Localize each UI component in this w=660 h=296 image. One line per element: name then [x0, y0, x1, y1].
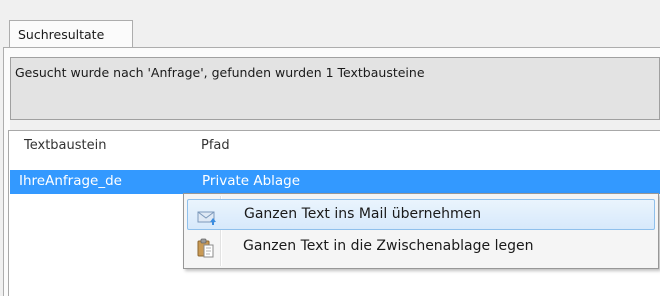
mail-transfer-icon	[197, 206, 217, 226]
menu-item-label: Ganzen Text ins Mail übernehmen	[244, 206, 482, 222]
cell-textbaustein[interactable]: IhreAnfrage_de	[19, 173, 122, 189]
tab-label: Suchresultate	[18, 27, 105, 42]
clipboard-icon	[196, 238, 216, 258]
search-summary-box: Gesucht wurde nach 'Anfrage', gefunden w…	[10, 57, 660, 120]
search-summary-text: Gesucht wurde nach 'Anfrage', gefunden w…	[15, 65, 425, 80]
cell-pfad[interactable]: Private Ablage	[202, 173, 300, 189]
column-header-textbaustein[interactable]: Textbaustein	[24, 138, 106, 153]
tab-suchresultate[interactable]: Suchresultate	[9, 20, 133, 48]
context-menu: Ganzen Text ins Mail übernehmen Ganzen T…	[183, 193, 659, 269]
menu-item-copy-to-clipboard[interactable]: Ganzen Text in die Zwischenablage legen	[187, 232, 655, 263]
column-header-pfad[interactable]: Pfad	[201, 138, 230, 153]
splitter[interactable]	[10, 120, 660, 130]
menu-item-label: Ganzen Text in die Zwischenablage legen	[243, 238, 534, 254]
menu-item-copy-to-mail[interactable]: Ganzen Text ins Mail übernehmen	[187, 199, 655, 230]
